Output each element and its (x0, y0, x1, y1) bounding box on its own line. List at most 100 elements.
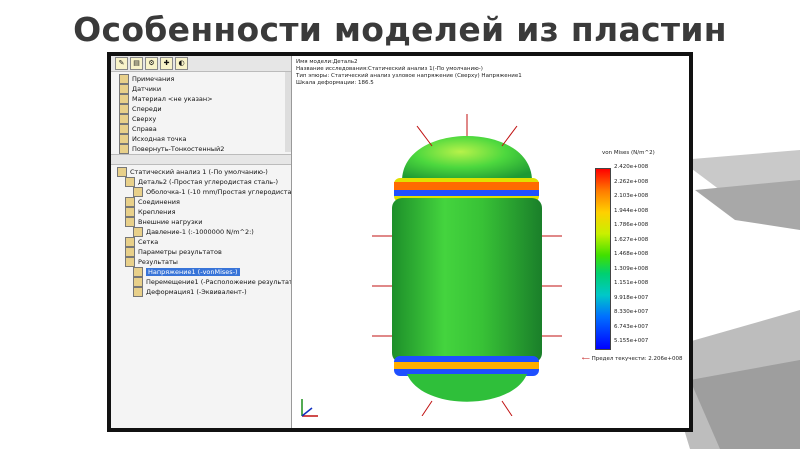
study-tree-item[interactable]: Параметры результатов (113, 247, 291, 257)
study-item-label: Сетка (138, 238, 159, 246)
legend-value: 1.309e+008 (614, 265, 649, 272)
config-icon[interactable]: ⚙ (145, 57, 158, 70)
tree-item[interactable]: Повернуть-Тонкостенный2 (119, 144, 291, 154)
tree-item[interactable]: Сверху (119, 114, 291, 124)
study-item-icon (133, 187, 143, 197)
study-item-label: Внешние нагрузки (138, 218, 203, 226)
legend-value: 1.627e+008 (614, 236, 649, 243)
study-item-icon (125, 207, 135, 217)
legend-value: 1.786e+008 (614, 222, 649, 228)
legend-value: 2.262e+008 (614, 178, 649, 185)
slide-title: Особенности моделей из пластин (73, 10, 727, 49)
study-tree-item[interactable]: Внешние нагрузки (113, 217, 291, 227)
study-tree-item[interactable]: Деталь2 (-Простая углеродистая сталь-) (113, 177, 291, 187)
feature-tree-panel: ✎ ▤ ⚙ ✚ ◐ Примечания Датчики Материал <не … (111, 56, 292, 428)
legend-title: von Mises (N/m^2) (602, 150, 655, 156)
tree-item-label: Материал <не указан> (132, 95, 213, 103)
feature-manager-icon[interactable]: ✎ (115, 57, 128, 70)
legend-value: 1.944e+008 (614, 207, 649, 214)
study-item-icon (125, 177, 135, 187)
study-tree-item[interactable]: Результаты (113, 257, 291, 267)
study-item-icon (125, 197, 135, 207)
yield-text: Предел текучести: 2.206e+008 (591, 356, 683, 362)
study-tree-item[interactable]: Статический анализ 1 (-По умолчанию-) (113, 167, 291, 177)
stress-model[interactable] (332, 86, 572, 416)
study-item-label: Результаты (138, 258, 178, 266)
solidworks-window: ✎ ▤ ⚙ ✚ ◐ Примечания Датчики Материал <не … (111, 56, 689, 428)
tree-item-label: Справа (132, 125, 157, 133)
study-info: Имя модели:Деталь2 Название исследования… (296, 59, 522, 87)
study-item-icon (125, 237, 135, 247)
legend-color-bar (595, 168, 611, 350)
study-item-label: Деталь2 (-Простая углеродистая сталь-) (138, 178, 278, 186)
legend-value: 1.151e+008 (614, 280, 649, 286)
study-item-icon (125, 257, 135, 267)
study-tree-item[interactable]: Напряжение1 (-vonMises-) (113, 267, 291, 277)
feature-tree-bottom: Статический анализ 1 (-По умолчанию-) Дет… (111, 165, 291, 297)
legend-value: 5.155e+007 (614, 338, 649, 344)
display-icon[interactable]: ◐ (175, 57, 188, 70)
study-name: Название исследования:Статический анализ… (296, 66, 483, 72)
study-item-label: Соединения (138, 198, 180, 206)
feature-icon (119, 114, 129, 124)
legend-value: 2.103e+008 (614, 193, 649, 199)
legend-value: 2.420e+008 (614, 164, 649, 170)
tree-item[interactable]: Материал <не указан> (119, 94, 291, 104)
feature-icon (119, 134, 129, 144)
yield-arrow-icon: ⟵ (582, 356, 590, 362)
tree-item-label: Датчики (132, 85, 162, 93)
study-item-icon (125, 217, 135, 227)
legend-value: 1.468e+008 (614, 251, 649, 257)
tree-item[interactable]: Спереди (119, 104, 291, 114)
tree-item[interactable]: Исходная точка (119, 134, 291, 144)
tree-toolbar: ✎ ▤ ⚙ ✚ ◐ (111, 56, 291, 72)
dimxpert-icon[interactable]: ✚ (160, 57, 173, 70)
model-name: Имя модели:Деталь2 (296, 59, 358, 65)
feature-icon (119, 84, 129, 94)
tree-item-label: Сверху (132, 115, 157, 123)
study-item-label: Перемещение1 (-Расположение результата (146, 278, 291, 286)
study-item-icon (133, 227, 143, 237)
study-tree-item[interactable]: Перемещение1 (-Расположение результата (113, 277, 291, 287)
feature-icon (119, 104, 129, 114)
study-item-label: Параметры результатов (138, 248, 222, 256)
study-item-icon (133, 277, 143, 287)
feature-icon (119, 74, 129, 84)
study-tree-item[interactable]: Давление-1 (:-1000000 N/m^2:) (113, 227, 291, 237)
feature-icon (119, 94, 129, 104)
tree-item-label: Повернуть-Тонкостенный2 (132, 145, 225, 153)
tree-item-label: Спереди (132, 105, 162, 113)
study-item-label: Оболочка-1 (-10 mm/Простая углеродистая (146, 188, 291, 196)
study-item-label: Напряжение1 (-vonMises-) (146, 268, 240, 276)
study-item-icon (133, 287, 143, 297)
tree-item[interactable]: Датчики (119, 84, 291, 94)
legend-value: 6.743e+007 (614, 323, 649, 330)
graphics-view[interactable]: Имя модели:Деталь2 Название исследования… (292, 56, 689, 428)
feature-tree-top: Примечания Датчики Материал <не указан> Спе… (111, 72, 291, 154)
plot-type: Тип эпюры: Статический анализ узловое на… (296, 73, 522, 79)
legend-value: 9.918e+007 (614, 294, 649, 301)
tree-item-label: Исходная точка (132, 135, 187, 143)
study-tree-item[interactable]: Деформация1 (-Эквивалент-) (113, 287, 291, 297)
study-item-icon (117, 167, 127, 177)
study-tree-item[interactable]: Сетка (113, 237, 291, 247)
study-item-label: Давление-1 (:-1000000 N/m^2:) (146, 228, 254, 236)
feature-icon (119, 144, 129, 154)
tree-item-label: Примечания (132, 75, 175, 83)
screenshot-frame: ✎ ▤ ⚙ ✚ ◐ Примечания Датчики Материал <не … (107, 52, 693, 432)
tree-item[interactable]: Примечания (119, 74, 291, 84)
tree-item[interactable]: Справа (119, 124, 291, 134)
panel-splitter[interactable] (111, 154, 291, 165)
triad-icon (301, 399, 318, 417)
yield-strength: ⟵ Предел текучести: 2.206e+008 (582, 356, 683, 362)
study-item-label: Крепления (138, 208, 176, 216)
legend-value: 8.330e+007 (614, 309, 649, 315)
study-item-label: Деформация1 (-Эквивалент-) (146, 288, 247, 296)
study-tree-item[interactable]: Крепления (113, 207, 291, 217)
study-item-icon (133, 267, 143, 277)
feature-icon (119, 124, 129, 134)
study-tree-item[interactable]: Соединения (113, 197, 291, 207)
property-icon[interactable]: ▤ (130, 57, 143, 70)
study-tree-item[interactable]: Оболочка-1 (-10 mm/Простая углеродистая (113, 187, 291, 197)
study-item-icon (125, 247, 135, 257)
